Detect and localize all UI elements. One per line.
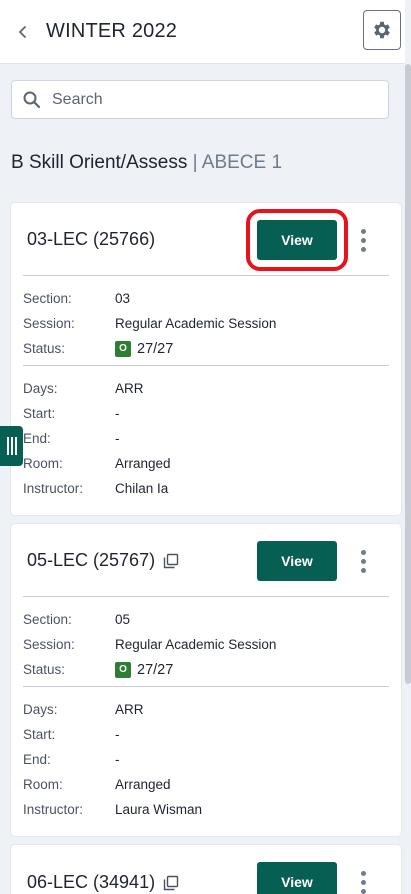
section-card: 03-LEC (25766) View Section: 03 Session: R… — [11, 203, 401, 515]
open-status-badge: O — [115, 340, 131, 357]
chevron-left-icon — [19, 25, 26, 38]
course-name: B Skill Orient/Assess — [11, 152, 188, 173]
section-value: 05 — [115, 612, 131, 627]
course-separator: | — [187, 152, 202, 173]
view-button[interactable]: View — [257, 862, 337, 894]
copy-icon[interactable] — [163, 875, 179, 891]
course-heading: B Skill Orient/Assess | ABECE 1 — [11, 152, 282, 174]
open-status-badge: O — [115, 661, 131, 678]
search-icon — [12, 91, 52, 109]
room-value: Arranged — [115, 777, 171, 792]
section-title: 03-LEC (25766) — [27, 229, 156, 249]
room-value: Arranged — [115, 456, 171, 471]
days-value: ARR — [115, 702, 144, 717]
term-title: WINTER 2022 — [46, 20, 178, 42]
settings-button[interactable] — [363, 10, 401, 50]
days-value: ARR — [115, 381, 144, 396]
gear-icon — [374, 21, 390, 39]
course-code: ABECE 1 — [201, 152, 283, 173]
section-title: 05-LEC (25767) — [27, 550, 179, 571]
section-value: 03 — [115, 291, 131, 306]
start-value: - — [115, 406, 120, 421]
copy-icon[interactable] — [163, 553, 179, 569]
view-button[interactable]: View — [246, 209, 348, 271]
instructor-value: Laura Wisman — [115, 802, 203, 817]
side-panel-handle[interactable] — [0, 426, 23, 466]
session-value: Regular Academic Session — [115, 316, 277, 331]
app-header: WINTER 2022 — [0, 0, 405, 64]
more-options-icon[interactable] — [353, 866, 373, 894]
back-button[interactable] — [2, 0, 44, 64]
start-value: - — [115, 727, 120, 742]
section-card: 05-LEC (25767) View Section: 05 Session: R… — [11, 524, 401, 836]
more-options-icon[interactable] — [353, 224, 373, 256]
section-card: 06-LEC (34941) View — [11, 845, 401, 894]
search-box[interactable] — [11, 80, 389, 119]
more-options-icon[interactable] — [353, 545, 373, 577]
section-title: 06-LEC (34941) — [27, 872, 179, 893]
session-value: Regular Academic Session — [115, 637, 277, 652]
instructor-value: Chilan Ia — [115, 481, 169, 496]
end-value: - — [115, 431, 120, 446]
scrollbar[interactable] — [405, 64, 411, 684]
status-value: O 27/27 — [115, 340, 173, 357]
end-value: - — [115, 752, 120, 767]
search-input[interactable] — [52, 90, 372, 109]
view-button[interactable]: View — [257, 541, 337, 581]
status-value: O 27/27 — [115, 661, 173, 678]
